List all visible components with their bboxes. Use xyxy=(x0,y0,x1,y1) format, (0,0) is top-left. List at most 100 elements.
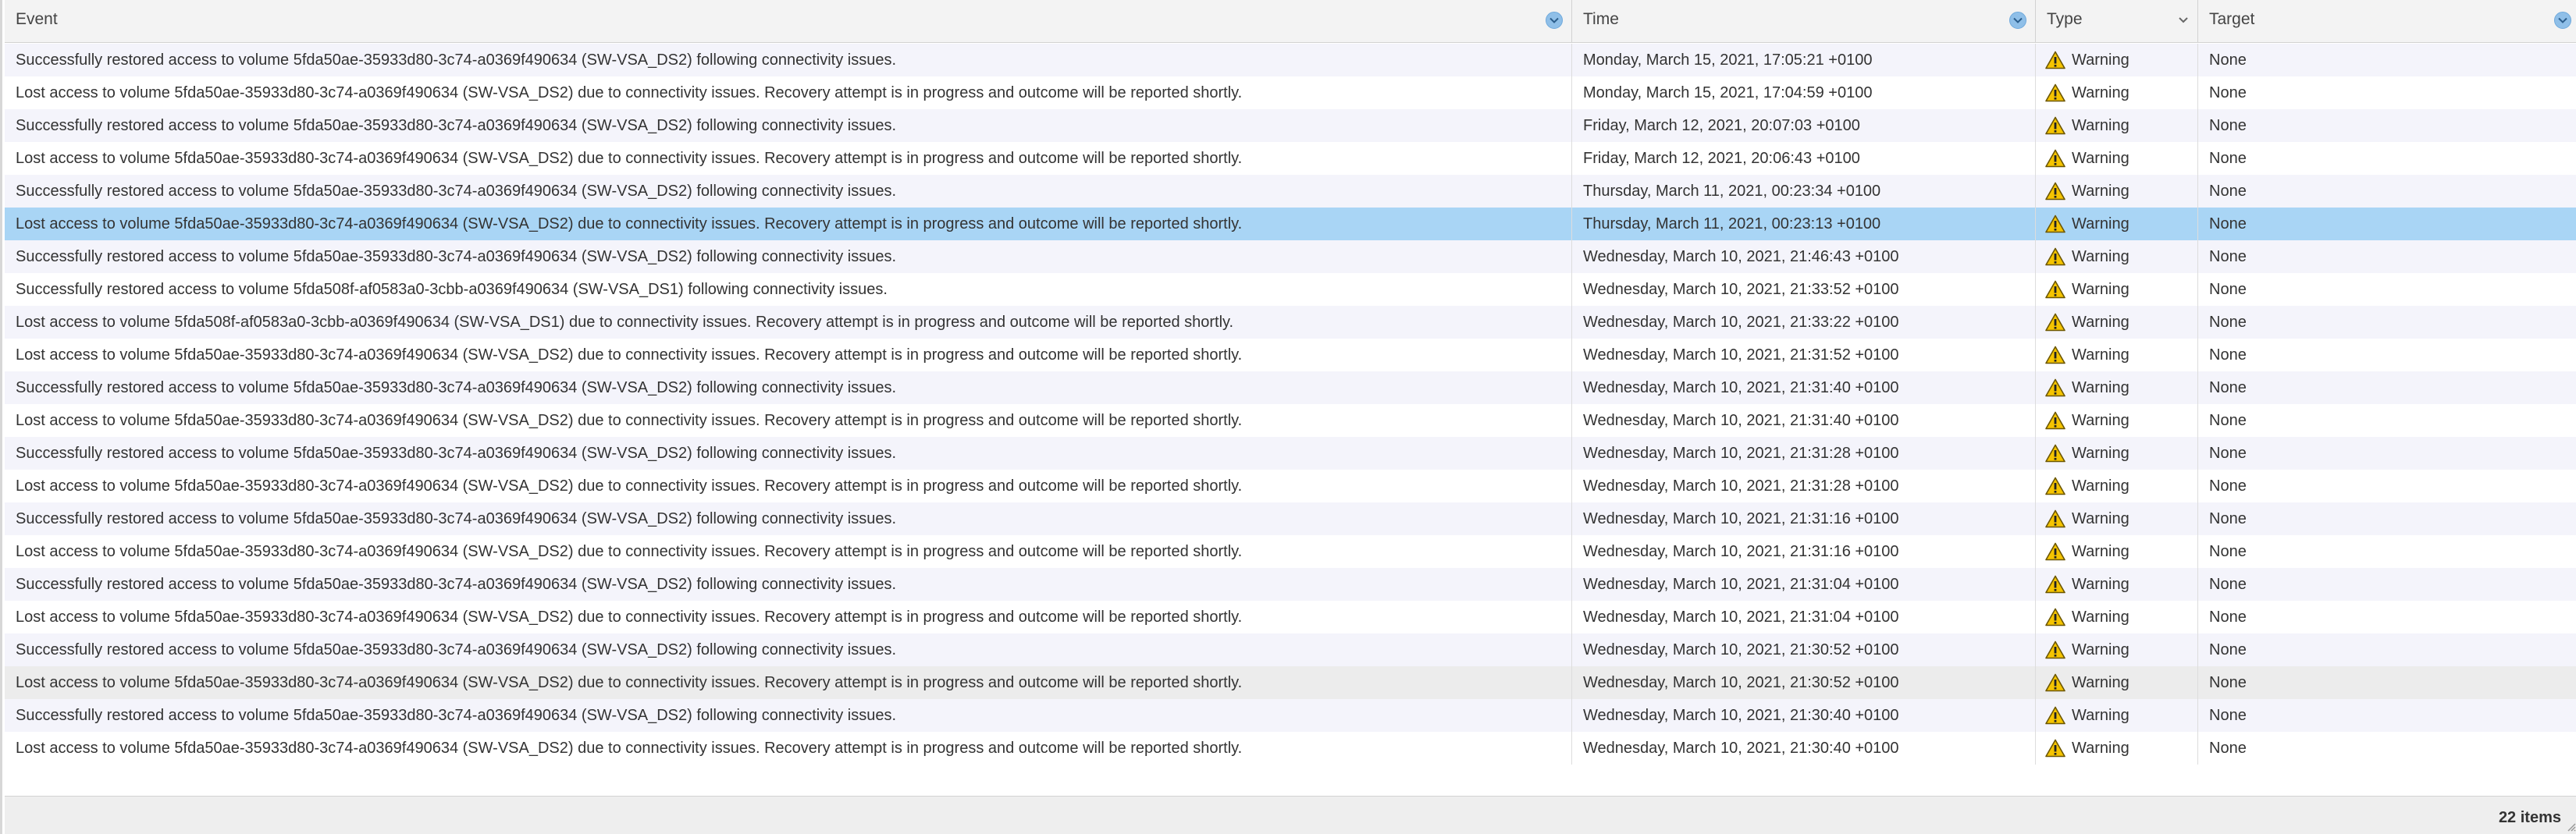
table-row[interactable]: Successfully restored access to volume 5… xyxy=(5,502,2576,535)
target-cell: None xyxy=(2198,437,2576,470)
table-row[interactable]: Successfully restored access to volume 5… xyxy=(5,437,2576,470)
warning-icon xyxy=(2045,313,2065,332)
target-cell: None xyxy=(2198,371,2576,404)
event-text: Lost access to volume 5fda50ae-35933d80-… xyxy=(16,150,1243,167)
table-row[interactable]: Lost access to volume 5fda50ae-35933d80-… xyxy=(5,76,2576,109)
time-text: Wednesday, March 10, 2021, 21:31:04 +010… xyxy=(1583,576,1899,593)
warning-icon xyxy=(2045,641,2065,659)
table-row[interactable]: Lost access to volume 5fda50ae-35933d80-… xyxy=(5,404,2576,437)
time-cell: Wednesday, March 10, 2021, 21:31:28 +010… xyxy=(1572,470,2036,502)
time-cell: Wednesday, March 10, 2021, 21:31:52 +010… xyxy=(1572,339,2036,371)
event-cell: Lost access to volume 5fda50ae-35933d80-… xyxy=(5,601,1572,633)
time-text: Friday, March 12, 2021, 20:06:43 +0100 xyxy=(1583,150,1860,167)
table-row[interactable]: Successfully restored access to volume 5… xyxy=(5,371,2576,404)
resize-grip-icon[interactable] xyxy=(2567,822,2576,832)
warning-icon xyxy=(2045,706,2065,725)
type-cell: Warning xyxy=(2036,339,2198,371)
time-text: Wednesday, March 10, 2021, 21:30:52 +010… xyxy=(1583,674,1899,691)
event-text: Successfully restored access to volume 5… xyxy=(16,51,897,69)
time-cell: Wednesday, March 10, 2021, 21:30:40 +010… xyxy=(1572,699,2036,732)
warning-icon xyxy=(2045,477,2065,495)
type-cell: Warning xyxy=(2036,470,2198,502)
target-text: None xyxy=(2209,281,2247,298)
time-text: Wednesday, March 10, 2021, 21:31:40 +010… xyxy=(1583,379,1899,396)
column-header-time[interactable]: Time xyxy=(1572,0,2036,42)
table-row[interactable]: Successfully restored access to volume 5… xyxy=(5,175,2576,208)
time-cell: Wednesday, March 10, 2021, 21:30:40 +010… xyxy=(1572,732,2036,765)
sort-chevron-down-icon[interactable] xyxy=(1546,12,1563,29)
column-header-type[interactable]: Type xyxy=(2036,0,2198,42)
event-cell: Successfully restored access to volume 5… xyxy=(5,109,1572,142)
chevron-down-icon[interactable] xyxy=(2176,14,2190,27)
column-header-event[interactable]: Event xyxy=(5,0,1572,42)
sort-chevron-down-icon[interactable] xyxy=(2009,12,2026,29)
time-text: Wednesday, March 10, 2021, 21:30:52 +010… xyxy=(1583,641,1899,658)
time-cell: Wednesday, March 10, 2021, 21:31:40 +010… xyxy=(1572,404,2036,437)
target-cell: None xyxy=(2198,502,2576,535)
event-cell: Lost access to volume 5fda50ae-35933d80-… xyxy=(5,208,1572,240)
table-row[interactable]: Lost access to volume 5fda50ae-35933d80-… xyxy=(5,732,2576,765)
event-text: Successfully restored access to volume 5… xyxy=(16,641,897,658)
event-cell: Successfully restored access to volume 5… xyxy=(5,502,1572,535)
target-text: None xyxy=(2209,346,2247,364)
table-row[interactable]: Lost access to volume 5fda50ae-35933d80-… xyxy=(5,666,2576,699)
warning-icon xyxy=(2045,673,2065,692)
target-text: None xyxy=(2209,412,2247,429)
time-cell: Wednesday, March 10, 2021, 21:31:04 +010… xyxy=(1572,568,2036,601)
type-cell: Warning xyxy=(2036,306,2198,339)
type-cell: Warning xyxy=(2036,109,2198,142)
event-cell: Successfully restored access to volume 5… xyxy=(5,240,1572,273)
event-cell: Lost access to volume 5fda50ae-35933d80-… xyxy=(5,339,1572,371)
time-text: Friday, March 12, 2021, 20:07:03 +0100 xyxy=(1583,117,1860,134)
event-cell: Lost access to volume 5fda50ae-35933d80-… xyxy=(5,666,1572,699)
table-row[interactable]: Successfully restored access to volume 5… xyxy=(5,633,2576,666)
table-row[interactable]: Lost access to volume 5fda50ae-35933d80-… xyxy=(5,142,2576,175)
target-text: None xyxy=(2209,674,2247,691)
column-header-label: Event xyxy=(16,10,58,28)
table-row[interactable]: Lost access to volume 5fda50ae-35933d80-… xyxy=(5,601,2576,633)
event-cell: Successfully restored access to volume 5… xyxy=(5,568,1572,601)
time-text: Monday, March 15, 2021, 17:05:21 +0100 xyxy=(1583,51,1873,69)
table-row[interactable]: Lost access to volume 5fda50ae-35933d80-… xyxy=(5,470,2576,502)
event-text: Successfully restored access to volume 5… xyxy=(16,248,897,265)
grid-footer: 22 items xyxy=(5,796,2576,834)
target-cell: None xyxy=(2198,44,2576,76)
table-row[interactable]: Successfully restored access to volume 5… xyxy=(5,109,2576,142)
warning-icon xyxy=(2045,378,2065,397)
event-cell: Lost access to volume 5fda50ae-35933d80-… xyxy=(5,470,1572,502)
time-cell: Wednesday, March 10, 2021, 21:31:04 +010… xyxy=(1572,601,2036,633)
event-cell: Lost access to volume 5fda508f-af0583a0-… xyxy=(5,306,1572,339)
warning-icon xyxy=(2045,149,2065,168)
type-cell: Warning xyxy=(2036,208,2198,240)
time-cell: Wednesday, March 10, 2021, 21:46:43 +010… xyxy=(1572,240,2036,273)
type-cell: Warning xyxy=(2036,44,2198,76)
grid-header: Event Time Type Target xyxy=(5,0,2576,43)
time-cell: Wednesday, March 10, 2021, 21:30:52 +010… xyxy=(1572,633,2036,666)
table-row[interactable]: Lost access to volume 5fda50ae-35933d80-… xyxy=(5,535,2576,568)
table-row[interactable]: Lost access to volume 5fda50ae-35933d80-… xyxy=(5,339,2576,371)
time-text: Wednesday, March 10, 2021, 21:31:52 +010… xyxy=(1583,346,1899,364)
table-row[interactable]: Successfully restored access to volume 5… xyxy=(5,273,2576,306)
table-row[interactable]: Successfully restored access to volume 5… xyxy=(5,44,2576,76)
target-cell: None xyxy=(2198,601,2576,633)
event-cell: Lost access to volume 5fda50ae-35933d80-… xyxy=(5,732,1572,765)
sort-chevron-down-icon[interactable] xyxy=(2554,12,2571,29)
column-header-target[interactable]: Target xyxy=(2198,0,2576,42)
table-row[interactable]: Successfully restored access to volume 5… xyxy=(5,568,2576,601)
table-row[interactable]: Successfully restored access to volume 5… xyxy=(5,240,2576,273)
type-text: Warning xyxy=(2072,183,2129,200)
event-text: Successfully restored access to volume 5… xyxy=(16,379,897,396)
type-text: Warning xyxy=(2072,576,2129,593)
time-text: Wednesday, March 10, 2021, 21:33:52 +010… xyxy=(1583,281,1899,298)
event-text: Successfully restored access to volume 5… xyxy=(16,281,888,298)
target-text: None xyxy=(2209,576,2247,593)
type-text: Warning xyxy=(2072,609,2129,626)
grid-body: Successfully restored access to volume 5… xyxy=(5,44,2576,765)
table-row[interactable]: Lost access to volume 5fda508f-af0583a0-… xyxy=(5,306,2576,339)
type-text: Warning xyxy=(2072,84,2129,101)
table-row[interactable]: Successfully restored access to volume 5… xyxy=(5,699,2576,732)
type-cell: Warning xyxy=(2036,699,2198,732)
type-cell: Warning xyxy=(2036,240,2198,273)
table-row[interactable]: Lost access to volume 5fda50ae-35933d80-… xyxy=(5,208,2576,240)
event-cell: Successfully restored access to volume 5… xyxy=(5,699,1572,732)
